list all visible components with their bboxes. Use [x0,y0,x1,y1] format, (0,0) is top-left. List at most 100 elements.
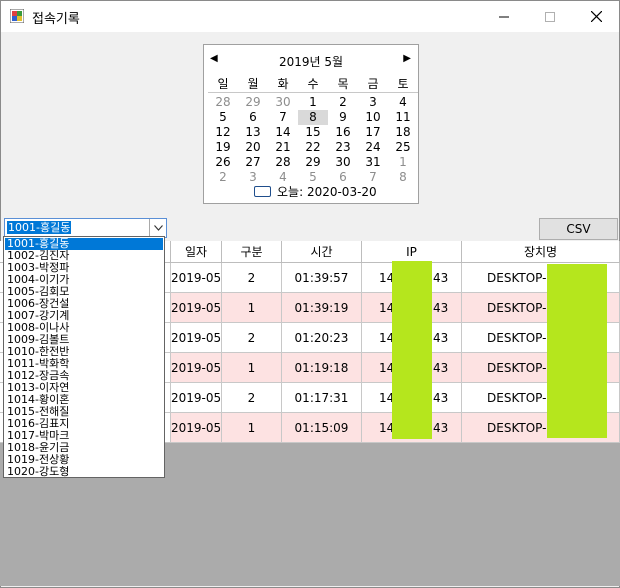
calendar-day[interactable]: 1 [388,155,418,170]
dropdown-item[interactable]: 1019-전상황 [5,454,163,466]
dropdown-item[interactable]: 1002-김진자 [5,250,163,262]
column-header[interactable]: 구분 [222,241,282,263]
combobox-dropdown-button[interactable] [149,219,166,237]
calendar-day[interactable]: 9 [328,110,358,125]
cell-time[interactable]: 01:19:18 [282,353,362,383]
calendar-day[interactable]: 28 [268,155,298,170]
dropdown-item[interactable]: 1020-강도형 [5,466,163,478]
ip-suffix: 43 [433,391,449,405]
cell-date[interactable]: 2019-05-08 [171,353,222,383]
dropdown-item[interactable]: 1015-전해질 [5,406,163,418]
device-redaction-block [547,264,607,438]
cell-time[interactable]: 01:17:31 [282,383,362,413]
dropdown-item[interactable]: 1011-박화학 [5,358,163,370]
csv-export-button[interactable]: CSV [539,218,618,240]
dropdown-item[interactable]: 1012-장금속 [5,370,163,382]
calendar-month-label[interactable]: 2019년 5월 [204,53,418,70]
calendar-day[interactable]: 2 [328,95,358,110]
calendar-day[interactable]: 4 [388,95,418,110]
calendar-day[interactable]: 30 [328,155,358,170]
calendar-day[interactable]: 22 [298,140,328,155]
cell-date[interactable]: 2019-05-08 [171,413,222,443]
calendar-day[interactable]: 3 [358,95,388,110]
calendar-today[interactable]: 오늘: 2020-03-20 [254,184,377,199]
cell-type[interactable]: 2 [222,383,282,413]
cell-time[interactable]: 01:39:19 [282,293,362,323]
maximize-button[interactable] [527,1,573,32]
dropdown-item[interactable]: 1009-김볼트 [5,334,163,346]
calendar-week: 28 29 30 1 2 3 4 [208,95,418,110]
calendar-day[interactable]: 29 [238,95,268,110]
cell-date[interactable]: 2019-05-08 [171,383,222,413]
cell-type[interactable]: 1 [222,293,282,323]
dropdown-item[interactable]: 1010-한전반 [5,346,163,358]
cell-type[interactable]: 2 [222,263,282,293]
column-header[interactable]: 일자 [171,241,222,263]
cell-time[interactable]: 01:39:57 [282,263,362,293]
calendar-day[interactable]: 11 [388,110,418,125]
calendar-day[interactable]: 14 [268,125,298,140]
calendar-day[interactable]: 16 [328,125,358,140]
calendar-grid: 일 월 화 수 목 금 토 28 29 30 1 2 3 4 5 6 7 8 9 10 11 12 13 14 15 16 17 18… [208,77,418,185]
calendar-day[interactable]: 17 [358,125,388,140]
column-header[interactable]: 장치명 [462,241,620,263]
calendar-day[interactable]: 6 [238,110,268,125]
calendar-day-selected[interactable]: 8 [298,110,328,125]
dropdown-item[interactable]: 1016-김표지 [5,418,163,430]
calendar-day[interactable]: 15 [298,125,328,140]
cell-date[interactable]: 2019-05-08 [171,263,222,293]
cell-type[interactable]: 1 [222,353,282,383]
calendar-day[interactable]: 26 [208,155,238,170]
calendar-day[interactable]: 8 [388,170,418,185]
dropdown-item[interactable]: 1013-이자연 [5,382,163,394]
calendar-day[interactable]: 24 [358,140,388,155]
calendar-day[interactable]: 20 [238,140,268,155]
calendar-day[interactable]: 23 [328,140,358,155]
calendar-day[interactable]: 30 [268,95,298,110]
cell-type[interactable]: 2 [222,323,282,353]
dropdown-item[interactable]: 1008-이나사 [5,322,163,334]
calendar-day[interactable]: 31 [358,155,388,170]
column-header[interactable]: IP [362,241,462,263]
cell-date[interactable]: 2019-05-08 [171,293,222,323]
cell-date[interactable]: 2019-05-08 [171,323,222,353]
cell-type[interactable]: 1 [222,413,282,443]
dropdown-item[interactable]: 1007-강기계 [5,310,163,322]
calendar-day[interactable]: 25 [388,140,418,155]
next-month-icon[interactable]: ▶ [403,53,411,64]
weekday-label: 화 [277,77,289,91]
dropdown-item[interactable]: 1005-김회모 [5,286,163,298]
cell-time[interactable]: 01:20:23 [282,323,362,353]
dropdown-item[interactable]: 1018-윤기금 [5,442,163,454]
calendar-day[interactable]: 3 [238,170,268,185]
calendar-day[interactable]: 18 [388,125,418,140]
user-combobox[interactable]: 1001-홍길동 [4,218,167,238]
calendar-day[interactable]: 19 [208,140,238,155]
calendar-day[interactable]: 21 [268,140,298,155]
calendar-day[interactable]: 1 [298,95,328,110]
title-bar[interactable]: 접속기록 [1,1,619,32]
month-calendar[interactable]: ◀ 2019년 5월 ▶ 일 월 화 수 목 금 토 28 29 30 1 2 3 4 5 6 7 8 9 10 11 1… [203,44,419,204]
calendar-day[interactable]: 10 [358,110,388,125]
calendar-day[interactable]: 5 [208,110,238,125]
dropdown-item[interactable]: 1014-황이혼 [5,394,163,406]
weekday-label: 목 [337,77,349,91]
cell-time[interactable]: 01:15:09 [282,413,362,443]
dropdown-item[interactable]: 1004-이기가 [5,274,163,286]
dropdown-item[interactable]: 1003-박정파 [5,262,163,274]
combobox-selected-value[interactable]: 1001-홍길동 [7,221,72,234]
calendar-day[interactable]: 2 [208,170,238,185]
close-button[interactable] [573,1,619,32]
calendar-day[interactable]: 7 [268,110,298,125]
dropdown-item[interactable]: 1017-박마크 [5,430,163,442]
column-header[interactable]: 시간 [282,241,362,263]
minimize-button[interactable] [481,1,527,32]
calendar-day[interactable]: 28 [208,95,238,110]
calendar-day[interactable]: 12 [208,125,238,140]
calendar-day[interactable]: 27 [238,155,268,170]
calendar-day[interactable]: 29 [298,155,328,170]
dropdown-item[interactable]: 1006-장건설 [5,298,163,310]
user-dropdown-list[interactable]: 1001-홍길동 1002-김진자 1003-박정파 1004-이기가 1005-김회모… [3,236,165,478]
calendar-day[interactable]: 13 [238,125,268,140]
dropdown-item-selected[interactable]: 1001-홍길동 [5,238,163,250]
